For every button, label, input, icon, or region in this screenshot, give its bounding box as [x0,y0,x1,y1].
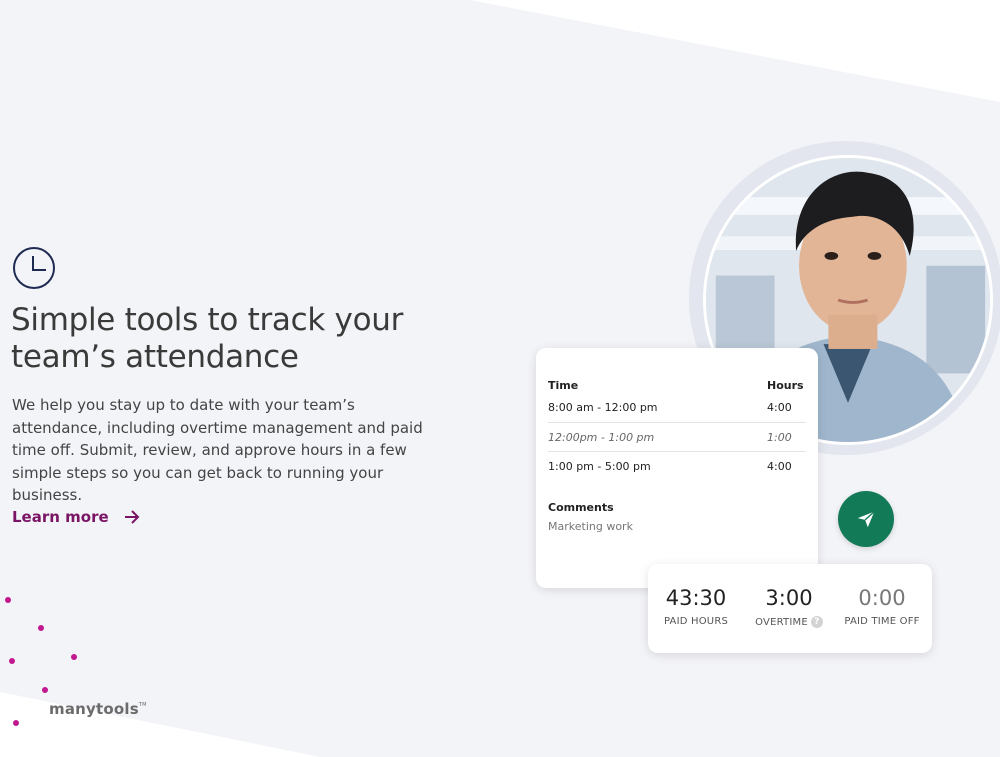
row-divider [548,451,806,452]
stat-label: OVERTIME [755,616,808,628]
decor-dot [13,720,19,726]
table-row: 1:00 pm - 5:00 pm 4:00 [548,460,806,473]
stat-value: 43:30 [665,586,727,610]
row-hours: 1:00 [767,431,792,444]
row-divider [548,422,806,423]
stat-value: 0:00 [858,586,906,610]
table-row: 12:00pm - 1:00 pm 1:00 [548,431,806,444]
logo-mark: TM [138,702,147,708]
row-time: 8:00 am - 12:00 pm [548,401,658,414]
hours-summary-card: 43:30 PAID HOURS 3:00 OVERTIME? 0:00 PAI… [648,564,932,653]
time-column-header: Time [548,379,579,392]
comments-value: Marketing work [548,520,633,533]
question-icon[interactable]: ? [810,616,823,628]
decor-dot [38,625,44,631]
page-title: Simple tools to track your team’s attend… [11,302,404,375]
decor-dot [9,658,15,664]
arrow-right-icon [124,510,140,524]
stat-paid-hours: 43:30 PAID HOURS [658,586,734,627]
hours-column-header: Hours [767,379,804,392]
stat-value: 3:00 [765,586,813,610]
row-time: 1:00 pm - 5:00 pm [548,460,651,473]
decor-dot [5,597,11,603]
logo-text: manytools [49,700,139,718]
send-button[interactable] [838,491,894,547]
decor-dot [42,687,48,693]
clock-icon [13,247,55,289]
stat-paid-time-off: 0:00 PAID TIME OFF [840,586,924,627]
row-time: 12:00pm - 1:00 pm [548,431,655,444]
learn-more-label: Learn more [12,508,109,526]
row-hours: 4:00 [767,460,792,473]
decor-dot [71,654,77,660]
stat-overtime: 3:00 OVERTIME? [748,586,830,628]
comments-label: Comments [548,501,614,514]
stat-label: PAID TIME OFF [844,616,920,627]
paper-plane-icon [857,511,875,528]
row-hours: 4:00 [767,401,792,414]
learn-more-link[interactable]: Learn more [12,508,141,526]
logo: manytoolsTM [49,700,147,718]
table-row: 8:00 am - 12:00 pm 4:00 [548,401,806,414]
timesheet-card: Time Hours 8:00 am - 12:00 pm 4:00 12:00… [536,348,818,588]
hero-description: We help you stay up to date with your te… [12,396,423,504]
stat-label: PAID HOURS [663,616,729,627]
